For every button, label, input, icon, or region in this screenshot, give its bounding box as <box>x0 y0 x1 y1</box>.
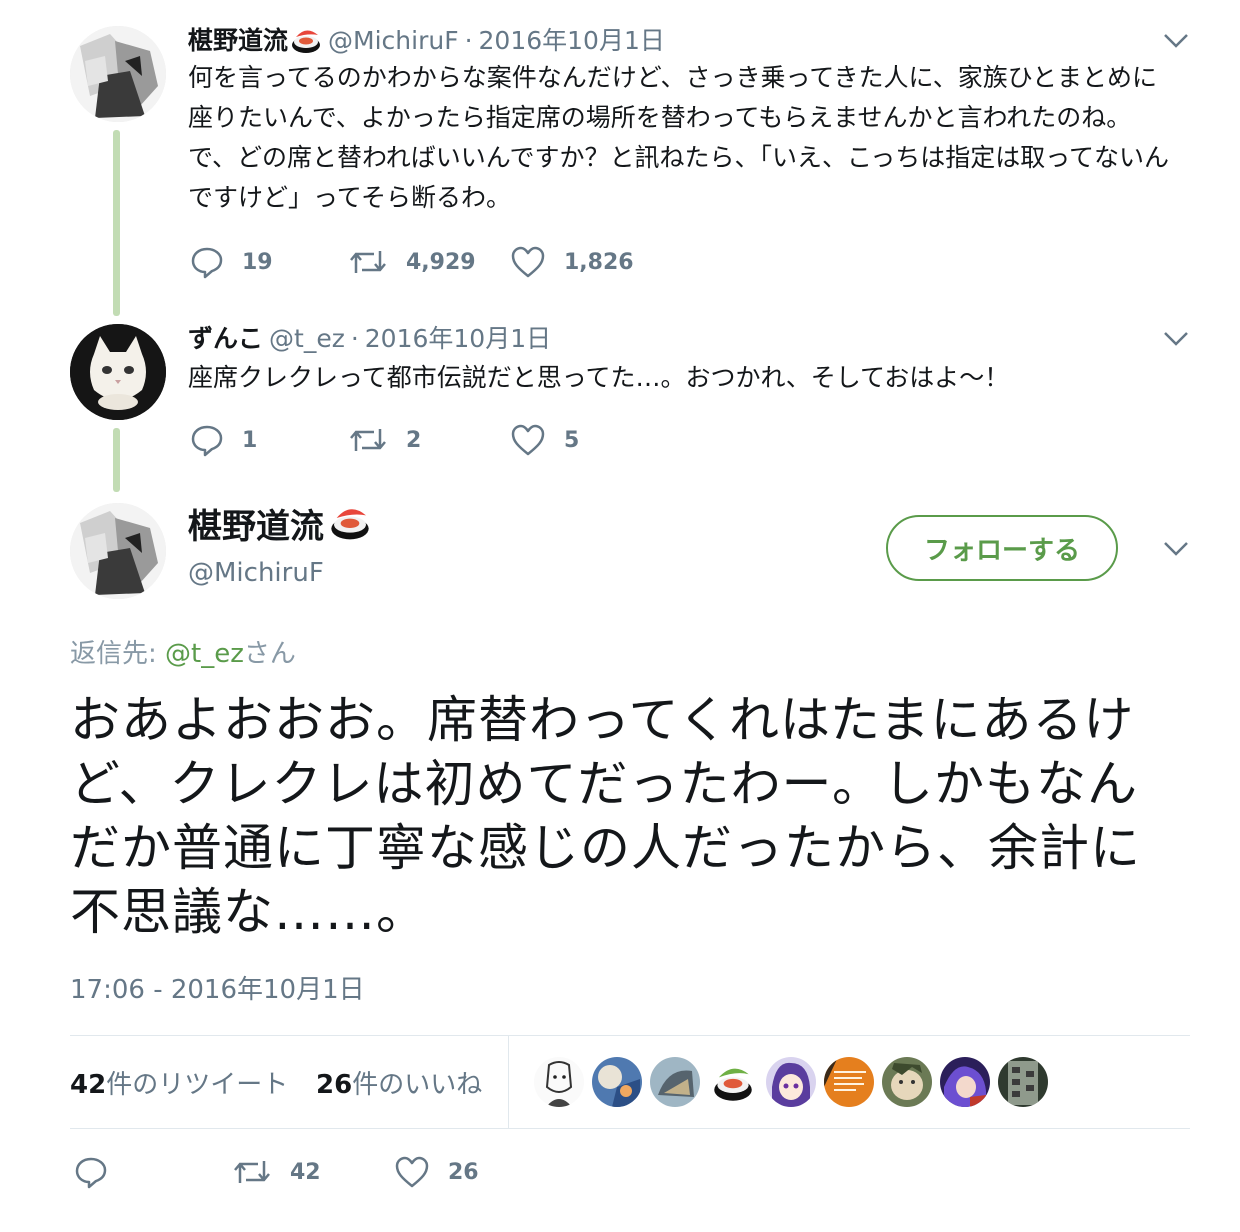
liker-avatar[interactable] <box>708 1057 758 1107</box>
retweet-count: 42 <box>290 1159 321 1185</box>
vertical-divider <box>508 1036 509 1128</box>
manga-avatar-icon <box>70 26 166 122</box>
like-button[interactable]: 26 <box>394 1154 479 1190</box>
tweet-actions: 1 2 5 <box>190 422 790 458</box>
tweet-text: 座席クレクレって都市伝説だと思ってた…。おつかれ、そしておはよ〜！ <box>188 363 1010 392</box>
main-display-name: 椹野道流 <box>188 502 372 555</box>
heart-icon <box>511 424 545 456</box>
reply-to-prefix: 返信先: <box>70 639 166 669</box>
retweet-button[interactable]: 4,929 <box>348 244 476 280</box>
liker-avatar[interactable] <box>882 1057 932 1107</box>
retweet-stats-label: 件のリツイート <box>106 1070 289 1100</box>
divider <box>70 1128 1190 1129</box>
user-handle[interactable]: @t_ez <box>269 324 345 353</box>
liker-avatar[interactable] <box>534 1057 584 1107</box>
retweet-button[interactable]: 2 <box>348 422 421 458</box>
like-count: 5 <box>564 427 580 453</box>
liker-avatar[interactable] <box>998 1057 1048 1107</box>
anime-avatar-icon <box>766 1057 816 1107</box>
heart-icon <box>511 246 545 278</box>
liker-avatar[interactable] <box>592 1057 642 1107</box>
like-button[interactable]: 1,826 <box>510 244 634 280</box>
tweet-date[interactable]: 2016年10月1日 <box>479 26 665 55</box>
manga-avatar-icon <box>70 503 166 599</box>
reply-to-mention[interactable]: @t_ez <box>165 639 244 669</box>
liker-avatar[interactable] <box>824 1057 874 1107</box>
separator-dot: · <box>350 324 359 353</box>
reply-button[interactable] <box>74 1154 126 1190</box>
retweet-stats[interactable]: 42件のリツイート <box>70 1064 288 1101</box>
reply-count: 19 <box>242 249 273 275</box>
liker-avatar[interactable] <box>650 1057 700 1107</box>
reply-icon <box>191 247 223 279</box>
liker-avatar[interactable] <box>940 1057 990 1107</box>
retweet-icon <box>234 1161 270 1183</box>
reply-to-line: 返信先: @t_ezさん <box>70 636 296 672</box>
sushi-avatar-icon <box>708 1058 758 1106</box>
retweet-button[interactable]: 42 <box>232 1154 321 1190</box>
retweet-count: 2 <box>406 427 422 453</box>
sushi-emoji-icon <box>328 502 372 555</box>
avatar[interactable] <box>70 324 166 420</box>
like-count: 1,826 <box>564 249 634 275</box>
thread-connector-line <box>113 428 120 492</box>
heart-icon <box>395 1156 429 1188</box>
reply-button[interactable]: 1 <box>190 422 257 458</box>
display-name[interactable]: ずんこ <box>188 324 263 353</box>
retweet-count: 4,929 <box>406 249 476 275</box>
thread-connector-line <box>113 130 120 316</box>
main-tweet-actions: 42 26 <box>74 1154 574 1190</box>
photo-avatar-icon <box>882 1057 932 1107</box>
tweet-timestamp[interactable]: 17:06 - 2016年10月1日 <box>70 972 365 1008</box>
user-handle[interactable]: @MichiruF <box>188 555 324 591</box>
tweet-date[interactable]: 2016年10月1日 <box>365 324 551 353</box>
retweet-icon <box>350 429 386 451</box>
avatar[interactable] <box>70 503 166 599</box>
chevron-down-icon[interactable] <box>1162 330 1190 348</box>
reply-to-suffix: さん <box>243 639 296 669</box>
illustration-avatar-icon <box>650 1057 700 1107</box>
divider <box>70 1035 1190 1036</box>
liker-avatar[interactable] <box>766 1057 816 1107</box>
reply-button[interactable]: 19 <box>190 244 273 280</box>
user-handle[interactable]: @MichiruF <box>328 26 459 55</box>
illustration-avatar-icon <box>592 1057 642 1107</box>
cat-avatar-icon <box>70 324 166 420</box>
tweet-text: 何を言ってるのかわからな案件なんだけど、さっき乗ってきた人に、家族ひとまとめに座… <box>188 63 1170 212</box>
like-stats[interactable]: 26件のいいね <box>316 1064 482 1101</box>
retweet-total: 42 <box>70 1070 107 1100</box>
chevron-down-icon[interactable] <box>1162 32 1190 50</box>
follow-button[interactable]: フォローする <box>886 515 1118 581</box>
anime-avatar-icon <box>940 1057 990 1107</box>
tweet-header: ずんこ @t_ez · 2016年10月1日 <box>188 322 551 356</box>
display-name[interactable]: 椹野道流 <box>188 507 324 547</box>
avatar[interactable] <box>70 26 166 122</box>
chevron-down-icon[interactable] <box>1162 540 1190 558</box>
like-count: 26 <box>448 1159 479 1185</box>
reply-icon <box>75 1157 107 1189</box>
stone-avatar-icon <box>998 1057 1048 1107</box>
main-tweet-text: おあよおおお。席替わってくれはたまにあるけど、クレクレは初めてだったわー。しかも… <box>70 691 1141 941</box>
text-avatar-icon <box>824 1057 874 1107</box>
tweet-actions: 19 4,929 1,826 <box>190 244 790 280</box>
display-name[interactable]: 椹野道流 <box>188 26 288 55</box>
reply-count: 1 <box>242 427 258 453</box>
like-stats-label: 件のいいね <box>352 1070 483 1100</box>
sketch-avatar-icon <box>534 1057 584 1107</box>
retweet-icon <box>350 251 386 273</box>
like-button[interactable]: 5 <box>510 422 579 458</box>
reply-icon <box>191 425 223 457</box>
like-total: 26 <box>316 1070 353 1100</box>
separator-dot: · <box>464 26 473 55</box>
